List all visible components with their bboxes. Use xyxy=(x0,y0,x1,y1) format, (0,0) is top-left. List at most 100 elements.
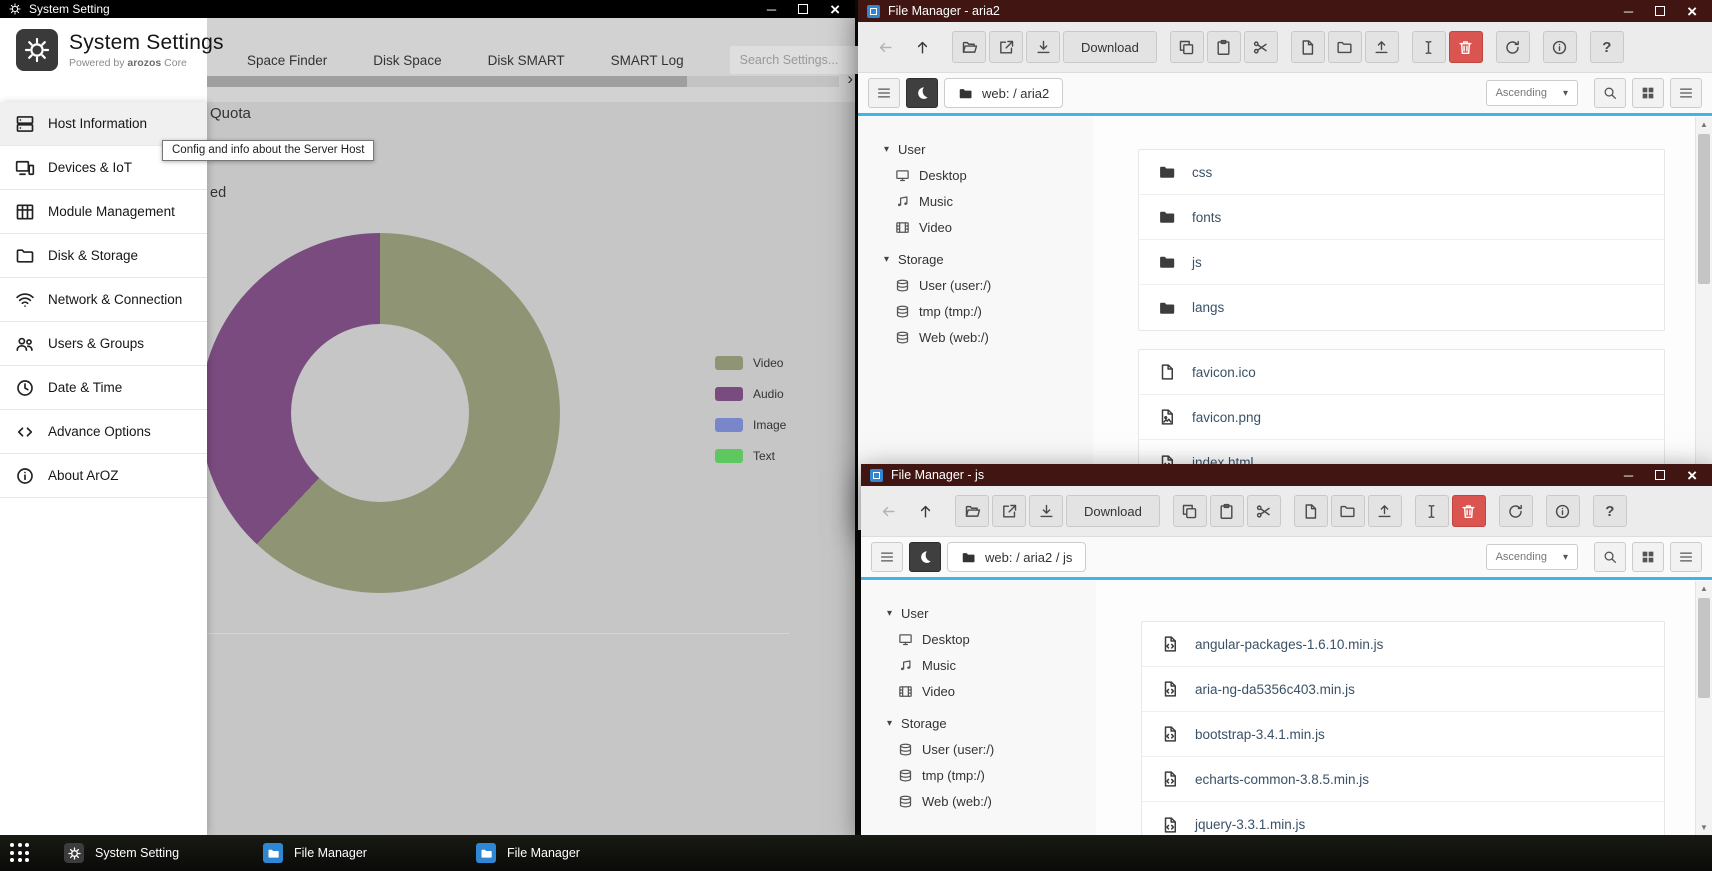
legend-item-image[interactable]: Image xyxy=(715,418,786,432)
cut-button[interactable] xyxy=(1247,495,1281,527)
tree-section-storage[interactable]: ▾Storage xyxy=(887,711,1096,736)
tree-item-web-drive[interactable]: Web (web:/) xyxy=(884,324,1093,350)
sidebar-item-module-management[interactable]: Module Management xyxy=(0,190,207,234)
sort-order-select[interactable]: Ascending▾ xyxy=(1486,80,1578,106)
tree-item-desktop[interactable]: Desktop xyxy=(887,626,1096,652)
file-manager-titlebar[interactable]: File Manager - aria2 ─ × xyxy=(858,0,1712,22)
file-row[interactable]: echarts-common-3.8.5.min.js xyxy=(1142,757,1664,802)
search-button[interactable] xyxy=(1594,542,1626,572)
apps-grid-icon[interactable] xyxy=(10,843,29,862)
sidebar-item-advance-options[interactable]: Advance Options xyxy=(0,410,207,454)
copy-button[interactable] xyxy=(1173,495,1207,527)
breadcrumb[interactable]: web: / aria2 / js xyxy=(947,542,1086,572)
upload-button[interactable] xyxy=(1365,31,1399,63)
taskbar-item-file-manager-2[interactable]: File Manager xyxy=(476,835,580,871)
menu-button[interactable] xyxy=(871,542,903,572)
tab-space-finder[interactable]: Space Finder xyxy=(247,53,327,68)
sidebar-item-users-groups[interactable]: Users & Groups xyxy=(0,322,207,366)
new-folder-button[interactable] xyxy=(1331,495,1365,527)
scrollbar-thumb[interactable] xyxy=(207,76,687,87)
download-button[interactable]: Download xyxy=(1063,31,1157,63)
file-row[interactable]: langs xyxy=(1139,285,1664,330)
tree-section-user[interactable]: ▾User xyxy=(887,601,1096,626)
vertical-scrollbar[interactable]: ▲ ▼ xyxy=(1695,581,1712,835)
tree-section-user[interactable]: ▾User xyxy=(884,137,1093,162)
sort-order-select[interactable]: Ascending▾ xyxy=(1486,544,1578,570)
minimize-icon[interactable]: ─ xyxy=(1624,5,1633,18)
maximize-icon[interactable] xyxy=(798,4,808,14)
back-button[interactable] xyxy=(871,495,905,527)
file-row[interactable]: fonts xyxy=(1139,195,1664,240)
sidebar-item-about-aroz[interactable]: About ArOZ xyxy=(0,454,207,498)
tab-disk-space[interactable]: Disk Space xyxy=(373,53,441,68)
close-icon[interactable]: × xyxy=(1687,3,1697,20)
tree-item-tmp-drive[interactable]: tmp (tmp:/) xyxy=(884,298,1093,324)
tabs-horizontal-scrollbar[interactable] xyxy=(207,76,839,87)
paste-button[interactable] xyxy=(1207,31,1241,63)
file-row[interactable]: aria-ng-da5356c403.min.js xyxy=(1142,667,1664,712)
menu-button[interactable] xyxy=(868,78,900,108)
paste-button[interactable] xyxy=(1210,495,1244,527)
tree-item-music[interactable]: Music xyxy=(884,188,1093,214)
tree-item-web-drive[interactable]: Web (web:/) xyxy=(887,788,1096,814)
file-row[interactable]: js xyxy=(1139,240,1664,285)
close-icon[interactable]: × xyxy=(830,1,840,18)
close-icon[interactable]: × xyxy=(1687,467,1697,484)
back-button[interactable] xyxy=(868,31,902,63)
new-folder-button[interactable] xyxy=(1328,31,1362,63)
tree-item-tmp-drive[interactable]: tmp (tmp:/) xyxy=(887,762,1096,788)
taskbar-item-system-setting[interactable]: System Setting xyxy=(64,835,179,871)
scroll-down-icon[interactable]: ▼ xyxy=(1696,820,1712,835)
scroll-up-icon[interactable]: ▲ xyxy=(1696,581,1712,596)
legend-item-video[interactable]: Video xyxy=(715,356,786,370)
search-button[interactable] xyxy=(1594,78,1626,108)
refresh-button[interactable] xyxy=(1496,31,1530,63)
delete-button[interactable] xyxy=(1449,31,1483,63)
open-external-button[interactable] xyxy=(992,495,1026,527)
new-file-button[interactable] xyxy=(1294,495,1328,527)
tab-smart-log[interactable]: SMART Log xyxy=(611,53,684,68)
download-icon-button[interactable] xyxy=(1026,31,1060,63)
tree-item-music[interactable]: Music xyxy=(887,652,1096,678)
download-button[interactable]: Download xyxy=(1066,495,1160,527)
maximize-icon[interactable] xyxy=(1655,6,1665,16)
scrollbar-thumb[interactable] xyxy=(1698,134,1710,284)
open-external-button[interactable] xyxy=(989,31,1023,63)
tree-item-video[interactable]: Video xyxy=(884,214,1093,240)
sidebar-item-network-connection[interactable]: Network & Connection xyxy=(0,278,207,322)
sidebar-item-disk-storage[interactable]: Disk & Storage xyxy=(0,234,207,278)
sidebar-item-date-time[interactable]: Date & Time xyxy=(0,366,207,410)
up-button[interactable] xyxy=(908,495,942,527)
file-row[interactable]: favicon.png xyxy=(1139,395,1664,440)
maximize-icon[interactable] xyxy=(1655,470,1665,480)
file-row[interactable]: css xyxy=(1139,150,1664,195)
upload-button[interactable] xyxy=(1368,495,1402,527)
copy-button[interactable] xyxy=(1170,31,1204,63)
list-view-button[interactable] xyxy=(1670,78,1702,108)
scroll-up-icon[interactable]: ▲ xyxy=(1696,117,1712,132)
help-button[interactable]: ? xyxy=(1590,31,1624,63)
cut-button[interactable] xyxy=(1244,31,1278,63)
theme-toggle-button[interactable] xyxy=(909,542,941,572)
tree-item-user-drive[interactable]: User (user:/) xyxy=(884,272,1093,298)
theme-toggle-button[interactable] xyxy=(906,78,938,108)
taskbar-item-file-manager-1[interactable]: File Manager xyxy=(263,835,367,871)
breadcrumb[interactable]: web: / aria2 xyxy=(944,78,1063,108)
scrollbar-thumb[interactable] xyxy=(1698,598,1710,698)
file-row[interactable]: bootstrap-3.4.1.min.js xyxy=(1142,712,1664,757)
delete-button[interactable] xyxy=(1452,495,1486,527)
grid-view-button[interactable] xyxy=(1632,542,1664,572)
file-row[interactable]: favicon.ico xyxy=(1139,350,1664,395)
legend-item-text[interactable]: Text xyxy=(715,449,786,463)
minimize-icon[interactable]: ─ xyxy=(767,3,776,16)
open-folder-button[interactable] xyxy=(955,495,989,527)
tree-item-video[interactable]: Video xyxy=(887,678,1096,704)
file-row[interactable]: angular-packages-1.6.10.min.js xyxy=(1142,622,1664,667)
file-row[interactable]: jquery-3.3.1.min.js xyxy=(1142,802,1664,835)
legend-item-audio[interactable]: Audio xyxy=(715,387,786,401)
rename-button[interactable] xyxy=(1415,495,1449,527)
open-folder-button[interactable] xyxy=(952,31,986,63)
info-button[interactable] xyxy=(1546,495,1580,527)
new-file-button[interactable] xyxy=(1291,31,1325,63)
list-view-button[interactable] xyxy=(1670,542,1702,572)
